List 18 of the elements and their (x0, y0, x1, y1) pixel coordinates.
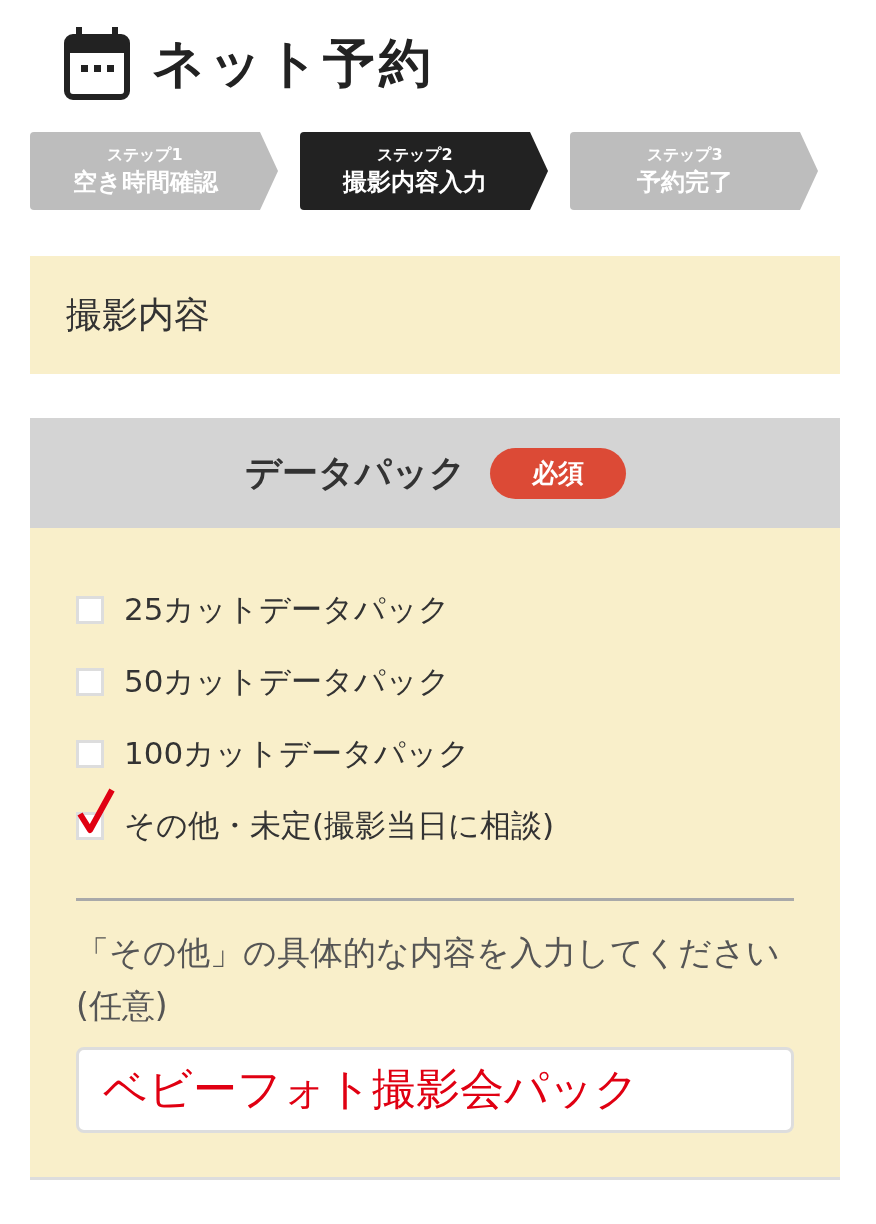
required-badge: 必須 (489, 447, 626, 499)
checkbox[interactable] (76, 740, 104, 768)
group-title: データパック (244, 450, 466, 495)
page-title: ネット予約 (152, 32, 435, 95)
calendar-icon (64, 27, 130, 101)
option-label: 50カットデータパック (124, 662, 451, 701)
step-indicator: ステップ3 予約完了 (570, 132, 818, 210)
check-mark-icon (76, 786, 116, 836)
section-title: 撮影内容 (66, 292, 210, 337)
field-label: 「その他」の具体的な内容を入力してください(任意) (76, 932, 781, 1027)
option-label: 25カットデータパック (124, 590, 451, 629)
option-label: その他・未定(撮影当日に相談) (124, 806, 555, 845)
checkbox[interactable] (76, 668, 104, 696)
step-indicator: ステップ1 空き時間確認 (30, 132, 278, 210)
option-label: 100カットデータパック (124, 734, 471, 773)
step-indicator: ステップ2 撮影内容入力 (300, 132, 548, 210)
checkbox[interactable] (76, 596, 104, 624)
input-field[interactable]: ベビーフォト撮影会パック (76, 1046, 794, 1133)
